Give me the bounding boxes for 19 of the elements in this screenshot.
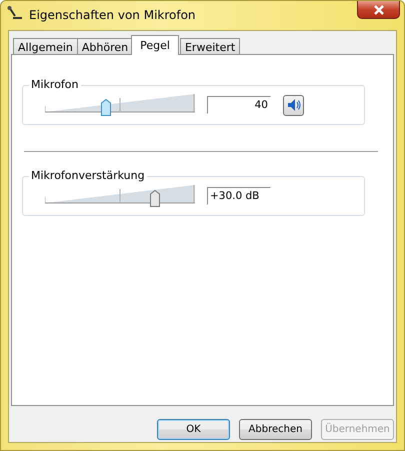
microphone-icon — [7, 6, 23, 20]
mute-button[interactable] — [283, 94, 304, 116]
group-title: Mikrofon — [29, 78, 81, 91]
dialog-button[interactable]: Abbrechen — [239, 419, 312, 440]
close-button[interactable] — [357, 1, 400, 19]
slider-thumb[interactable] — [101, 99, 111, 116]
dialog-button[interactable]: OK — [157, 419, 230, 440]
speaker-icon — [286, 98, 300, 112]
close-icon — [372, 4, 384, 14]
slider-thumb[interactable] — [150, 190, 160, 207]
window-title: Eigenschaften von Mikrofon — [29, 8, 197, 22]
group-title: Mikrofonverstärkung — [29, 169, 147, 182]
tab[interactable]: Erweitert — [180, 38, 240, 55]
tab[interactable]: Allgemein — [13, 38, 78, 55]
level-field[interactable]: 40 — [207, 96, 271, 114]
slider[interactable] — [45, 92, 195, 118]
slider[interactable] — [45, 183, 195, 209]
level-field[interactable]: +30.0 dB — [207, 187, 271, 205]
tab[interactable]: Pegel — [131, 35, 179, 55]
